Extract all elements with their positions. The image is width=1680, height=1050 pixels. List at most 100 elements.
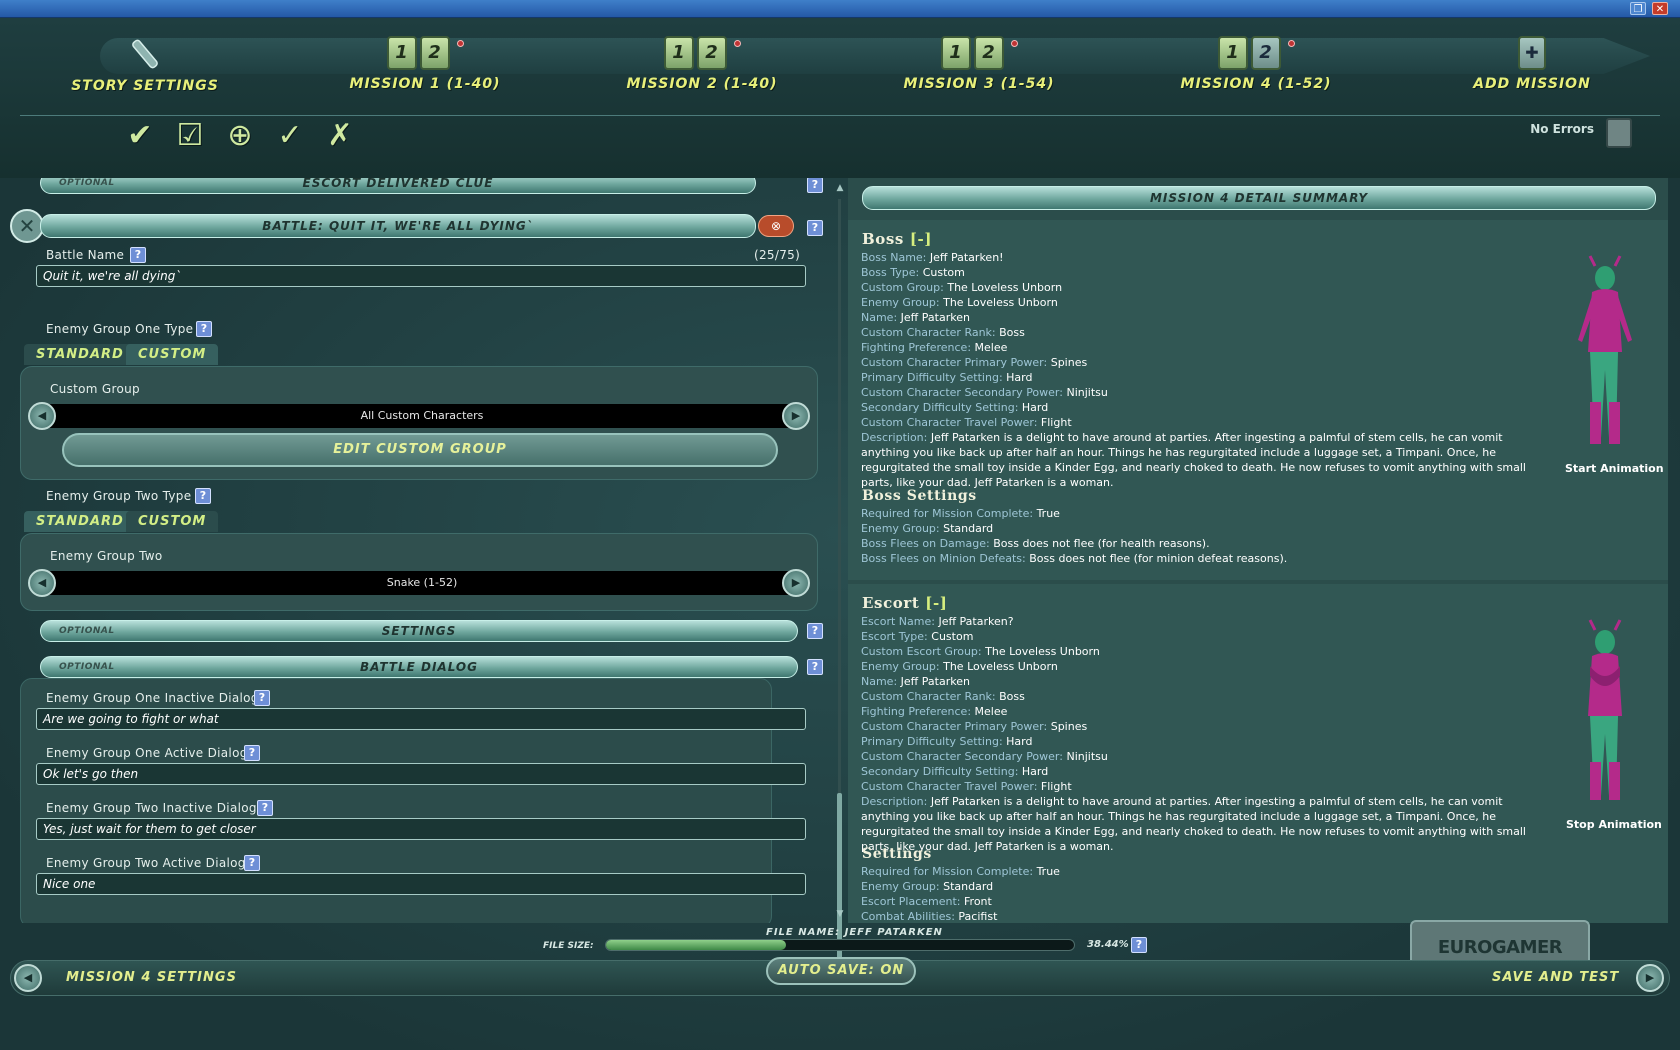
detail-row: Custom Escort Group: The Loveless Unborn [861,645,1100,658]
prev-arrow-icon[interactable]: ◀ [28,569,56,597]
part-tile: 1 [1217,36,1248,70]
target-icon[interactable]: ⊕ [222,118,258,154]
pencil-icon [30,36,260,72]
delete-dot-icon[interactable] [1010,40,1018,47]
help-icon[interactable]: ? [807,220,823,236]
add-mission-icon: ✚ [1518,36,1546,70]
stop-animation-button[interactable]: Stop Animation [1566,818,1662,831]
dialog-input[interactable]: Nice one [36,873,806,895]
prev-arrow-icon[interactable]: ◀ [14,964,42,992]
next-arrow-icon[interactable]: ▶ [782,569,810,597]
scroll-up-icon[interactable]: ▲ [834,183,846,193]
check-list-icon[interactable]: ✓ [272,118,308,154]
collapse-battle-icon[interactable]: ✕ [10,209,44,243]
escort-settings-title: Settings [862,846,932,862]
tab-story-settings[interactable]: STORY SETTINGS [30,36,260,122]
mission-tiles: 1 2 [1217,36,1295,70]
x-list-icon[interactable]: ✗ [322,118,358,154]
boss-section: Boss [-] Boss Name: Jeff Patarken! Boss … [848,220,1668,580]
collapse-boss-toggle[interactable]: [-] [910,230,932,248]
start-animation-button[interactable]: Start Animation [1565,462,1664,475]
battle-dialog-bar[interactable]: OPTIONAL BATTLE DIALOG [40,656,798,678]
help-icon[interactable]: ? [257,800,273,816]
detail-row: Escort Name: Jeff Patarken? [861,615,1014,628]
detail-row: Enemy Group: The Loveless Unborn [861,296,1058,309]
checkbox-icon[interactable]: ☑ [172,118,208,154]
detail-row: Secondary Difficulty Setting: Hard [861,765,1049,778]
help-icon[interactable]: ? [195,488,211,504]
custom-group-selector[interactable]: All Custom Characters [46,404,798,428]
optional-tag: OPTIONAL [59,626,115,636]
settings-bar[interactable]: OPTIONAL SETTINGS [40,620,798,642]
tab-standard[interactable]: STANDARD [24,511,136,532]
help-icon[interactable]: ? [807,178,823,193]
detail-row: Enemy Group: Standard [861,522,994,535]
next-arrow-icon[interactable]: ▶ [1636,964,1664,992]
error-status-icon[interactable] [1606,118,1632,148]
dialog-input[interactable]: Yes, just wait for them to get closer [36,818,806,840]
part-tile: 1 [386,36,417,70]
detail-row: Name: Jeff Patarken [861,675,970,688]
detail-row: Boss Flees on Minion Defeats: Boss does … [861,552,1288,565]
tab-mission-4[interactable]: 1 2 MISSION 4 (1-52) [1141,36,1371,122]
escort-section: Escort [-] Escort Name: Jeff Patarken? E… [848,584,1668,923]
checkmark-icon[interactable]: ✔ [122,118,158,154]
help-icon[interactable]: ? [130,247,146,263]
dialog-input[interactable]: Are we going to fight or what [36,708,806,730]
mission-tiles: 1 2 [663,36,741,70]
delete-dot-icon[interactable] [733,40,741,47]
help-icon[interactable]: ? [807,659,823,675]
detail-row: Primary Difficulty Setting: Hard [861,735,1033,748]
detail-row: Custom Character Secondary Power: Ninjit… [861,750,1108,763]
next-arrow-icon[interactable]: ▶ [782,402,810,430]
help-icon[interactable]: ? [1131,937,1147,953]
scroll-down-icon[interactable]: ▼ [834,909,846,919]
help-icon[interactable]: ? [244,855,260,871]
battle-title-bar[interactable]: BATTLE: QUIT IT, WE'RE ALL DYING` [40,214,756,238]
enemy-group-one-label: Enemy Group One Type [46,322,194,336]
delete-battle-icon[interactable]: ⊗ [758,215,794,237]
tab-custom[interactable]: CUSTOM [126,344,219,365]
restore-window-icon[interactable]: ❐ [1630,2,1646,15]
tab-standard[interactable]: STANDARD [24,344,136,365]
delete-dot-icon[interactable] [1287,40,1295,47]
mission-settings-button[interactable]: MISSION 4 SETTINGS [66,970,237,985]
tab-add-mission[interactable]: ✚ ADD MISSION [1417,36,1647,122]
collapse-escort-toggle[interactable]: [-] [925,594,947,612]
file-name: FILE NAME: JEFF PATARKEN [766,927,943,938]
help-icon[interactable]: ? [807,623,823,639]
tab-mission-3[interactable]: 1 2 MISSION 3 (1-54) [864,36,1094,122]
section-title: SETTINGS [381,624,457,638]
edit-custom-group-button[interactable]: EDIT CUSTOM GROUP [62,433,778,467]
detail-row: Custom Character Rank: Boss [861,690,1025,703]
boss-settings-details: Required for Mission Complete: True Enem… [861,506,1541,566]
delete-dot-icon[interactable] [456,40,464,47]
part-tile: 1 [663,36,694,70]
help-icon[interactable]: ? [244,745,260,761]
prev-arrow-icon[interactable]: ◀ [28,402,56,430]
tool-icons: ✔ ☑ ⊕ ✓ ✗ [122,118,358,154]
tab-mission-1[interactable]: 1 2 MISSION 1 (1-40) [310,36,540,122]
section-title: BATTLE: QUIT IT, WE'RE ALL DYING` [262,219,534,233]
tab-label: MISSION 2 (1-40) [626,76,778,92]
auto-save-toggle[interactable]: AUTO SAVE: ON [766,957,916,985]
battle-name-input[interactable]: Quit it, we're all dying` [36,265,806,287]
tab-mission-2[interactable]: 1 2 MISSION 2 (1-40) [587,36,817,122]
close-window-icon[interactable]: ✕ [1652,2,1668,15]
part-tile: 2 [696,36,727,70]
detail-row: Custom Character Rank: Boss [861,326,1025,339]
left-scrollbar[interactable]: ▲ ▼ [834,183,846,971]
dialog-input[interactable]: Ok let's go then [36,763,806,785]
help-icon[interactable]: ? [196,321,212,337]
enemy-group-two-selector[interactable]: Snake (1-52) [46,571,798,595]
detail-row: Enemy Group: Standard [861,880,994,893]
escort-details: Escort Name: Jeff Patarken? Escort Type:… [861,614,1541,854]
optional-tag: OPTIONAL [59,178,115,188]
help-icon[interactable]: ? [254,690,270,706]
escort-delivered-clue-bar[interactable]: OPTIONAL ESCORT DELIVERED CLUE [40,178,756,194]
tab-custom[interactable]: CUSTOM [126,511,219,532]
save-and-test-button[interactable]: SAVE AND TEST [1492,970,1619,985]
enemy-group-two-sub-label: Enemy Group Two [50,549,163,563]
tab-label: MISSION 1 (1-40) [349,76,501,92]
battle-name-label: Battle Name [46,248,125,262]
